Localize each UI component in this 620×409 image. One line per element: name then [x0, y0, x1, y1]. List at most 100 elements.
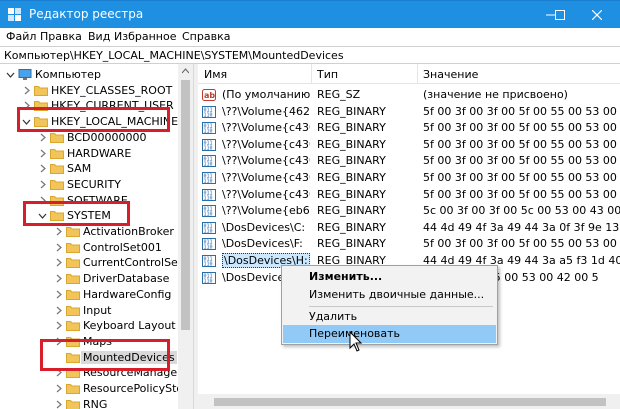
value-name: \DosDevices\C: — [222, 220, 306, 234]
chevron-right-icon[interactable] — [54, 243, 63, 252]
chevron-right-icon[interactable] — [22, 86, 31, 95]
context-rename[interactable]: Переименовать — [283, 325, 496, 343]
value-row[interactable]: 011110 \??\Volume{46279... REG_BINARY 5f 00… — [198, 103, 620, 121]
chevron-right-icon[interactable] — [38, 133, 47, 142]
tree-item-label: SECURITY — [67, 177, 121, 191]
maximize-button[interactable] — [537, 1, 577, 29]
value-type: REG_BINARY — [317, 187, 386, 201]
folder-icon — [34, 85, 48, 96]
values-list[interactable]: Имя Тип Значение ab (По умолчанию) REG_SZ (… — [198, 64, 620, 409]
chevron-down-icon[interactable] — [6, 70, 15, 79]
chevron-right-icon[interactable] — [54, 227, 63, 236]
svg-text:110: 110 — [204, 262, 213, 268]
tree-scrollbar[interactable] — [178, 64, 193, 409]
value-value: 44 4d 49 4f 3a 49 44 3a 0f 3f 9e 13 d5 0… — [423, 220, 620, 234]
svg-text:110: 110 — [204, 112, 213, 118]
value-type: REG_BINARY — [317, 104, 386, 118]
chevron-right-icon[interactable] — [54, 258, 63, 267]
value-row[interactable]: 011110 \??\Volume{c4301... REG_BINARY 5f 00… — [198, 186, 620, 204]
chevron-right-icon[interactable] — [54, 321, 63, 330]
binary-value-icon: 011110 — [202, 138, 216, 151]
binary-value-icon: 011110 — [202, 122, 216, 135]
chevron-right-icon[interactable] — [38, 149, 47, 158]
value-type: REG_BINARY — [317, 154, 386, 168]
menu-help[interactable]: Справка — [182, 30, 230, 43]
registry-editor-icon — [8, 8, 21, 21]
tree-item-label: ControlSet001 — [83, 240, 162, 254]
value-row[interactable]: 011110 \??\Volume{eb622... REG_BINARY 5c 00… — [198, 202, 620, 220]
tree-item-label: HKEY_CLASSES_ROOT — [51, 83, 173, 97]
menu-file[interactable]: Файл — [6, 30, 36, 43]
svg-text:110: 110 — [204, 162, 213, 168]
context-delete[interactable]: Удалить — [283, 308, 496, 326]
column-value[interactable]: Значение — [423, 68, 478, 81]
folder-icon — [50, 164, 64, 175]
tree-scroll-thumb[interactable] — [181, 80, 190, 330]
close-icon — [592, 10, 602, 20]
value-type: REG_BINARY — [317, 171, 386, 184]
value-name: \DosDevices\F: — [222, 237, 303, 251]
value-row[interactable]: 011110 \??\Volume{c4301... REG_BINARY 5f 00… — [198, 152, 620, 170]
folder-icon — [66, 384, 80, 394]
value-type: REG_BINARY — [317, 137, 386, 151]
tree-item-label: SAM — [67, 162, 92, 176]
context-modify-binary[interactable]: Изменить двоичные данные... — [283, 286, 496, 304]
chevron-right-icon[interactable] — [54, 384, 63, 393]
menu-bar: Файл Правка Вид Избранное Справка — [0, 28, 620, 46]
tree-item[interactable]: RNG — [0, 396, 180, 409]
menu-edit[interactable]: Правка — [40, 30, 82, 43]
chevron-right-icon[interactable] — [38, 180, 47, 189]
maximize-icon — [555, 10, 565, 20]
folder-icon — [50, 179, 64, 190]
svg-text:110: 110 — [204, 129, 213, 135]
close-button[interactable] — [574, 1, 620, 29]
value-type: REG_BINARY — [317, 121, 386, 135]
folder-icon — [66, 305, 80, 316]
value-value: 5f 00 3f 00 3f 00 5f 00 55 00 53 00 42 0… — [423, 137, 620, 151]
menu-favorites[interactable]: Избранное — [114, 30, 176, 43]
address-path[interactable]: Компьютер\HKEY_LOCAL_MACHINE\SYSTEM\Moun… — [4, 49, 344, 62]
chevron-right-icon[interactable] — [54, 306, 63, 315]
binary-value-icon: 011110 — [202, 238, 216, 251]
list-horizontal-scrollbar[interactable] — [198, 394, 620, 409]
binary-value-icon: 011110 — [202, 205, 216, 218]
chevron-right-icon[interactable] — [38, 164, 47, 173]
value-name: \??\Volume{eb622... — [222, 204, 310, 218]
value-row[interactable]: 011110 \??\Volume{c4301... REG_BINARY 5f 00… — [198, 119, 620, 137]
chevron-right-icon[interactable] — [54, 274, 63, 283]
svg-text:110: 110 — [204, 245, 213, 251]
context-menu: Изменить... Изменить двоичные данные... … — [281, 265, 498, 345]
binary-value-icon: 011110 — [202, 271, 216, 284]
value-value: (значение не присвоено) — [423, 88, 568, 101]
svg-text:110: 110 — [204, 278, 213, 284]
value-name: \??\Volume{c4301... — [222, 137, 310, 151]
value-row[interactable]: ab (По умолчанию) REG_SZ (значение не присв… — [198, 86, 620, 104]
value-row[interactable]: 011 110 \DosDevices\F: REG_BINARY 5f 00 3f 0… — [198, 235, 620, 253]
column-name[interactable]: Имя — [204, 68, 227, 81]
list-scroll-thumb[interactable] — [214, 398, 606, 406]
value-row[interactable]: 011 110 \DosDevices\C: REG_BINARY 44 4d 49 4… — [198, 219, 620, 237]
tree-item-label: DriverDatabase — [83, 272, 170, 286]
chevron-right-icon[interactable] — [54, 400, 63, 409]
value-row[interactable]: 011110 \??\Volume{c4301... REG_BINARY 5f 00… — [198, 136, 620, 154]
context-modify[interactable]: Изменить... — [283, 268, 496, 286]
tree-item-label: RNG — [83, 397, 108, 409]
folder-icon — [66, 258, 80, 269]
address-bar[interactable]: Компьютер\HKEY_LOCAL_MACHINE\SYSTEM\Moun… — [0, 46, 620, 64]
column-type[interactable]: Тип — [317, 68, 338, 81]
svg-text:ab: ab — [204, 91, 215, 100]
value-name: \??\Volume{c4301... — [222, 171, 310, 184]
value-row[interactable]: 011110 \??\Volume{c4301... REG_BINARY 5f 00… — [198, 169, 620, 187]
binary-value-icon: 011110 — [202, 155, 216, 168]
title-bar[interactable]: Редактор реестра — [0, 0, 620, 28]
svg-text:110: 110 — [204, 212, 213, 218]
string-value-icon: ab — [202, 89, 216, 101]
tree-item-label: ResourcePolicyStore — [83, 382, 192, 395]
tree-item-label: Keyboard Layout — [83, 319, 176, 333]
menu-view[interactable]: Вид — [88, 30, 110, 43]
tree-item-label: HardwareConfig — [83, 287, 172, 301]
chevron-right-icon[interactable] — [54, 290, 63, 299]
binary-value-icon: 011110 — [202, 221, 216, 234]
tree-item-label: HARDWARE — [67, 146, 132, 160]
scroll-up-icon[interactable] — [182, 68, 189, 75]
